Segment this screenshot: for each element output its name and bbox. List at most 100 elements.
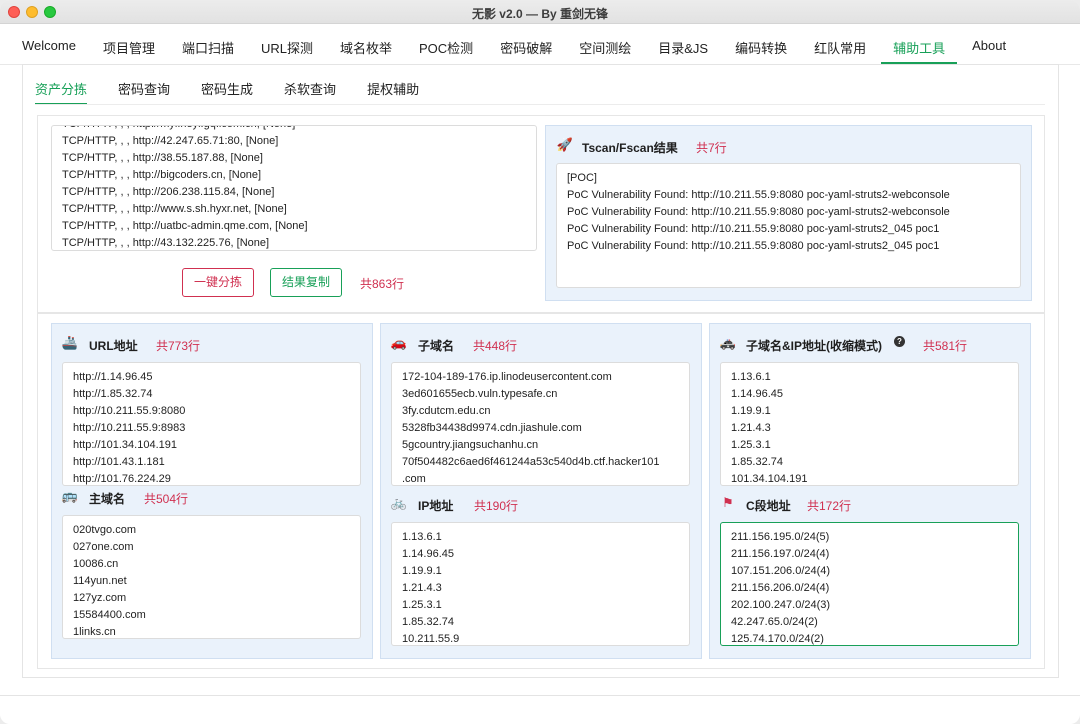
- text-line: 15584400.com: [73, 609, 146, 621]
- subdomain-ip-panel-title: 子域名&IP地址(收缩模式): [746, 339, 882, 353]
- main-tab-2[interactable]: 端口扫描: [170, 30, 246, 64]
- main-tab-6[interactable]: 密码破解: [488, 30, 564, 64]
- text-line: .com: [402, 473, 426, 485]
- text-line: 5gcountry.jiangsuchanhu.cn: [402, 439, 539, 451]
- text-line: PoC Vulnerability Found: http://10.211.5…: [567, 189, 950, 201]
- text-line: TCP/HTTP, , , http://myl.heyi.gq.icom.cn…: [62, 126, 526, 133]
- text-line: TCP/HTTP, , , http://www.s.sh.hyxr.net, …: [62, 203, 287, 215]
- subdomain-panel-title: 子域名: [418, 339, 455, 353]
- text-line: 1.13.6.1: [402, 531, 442, 543]
- subdomain-ip-panel-count: 共581行: [923, 339, 968, 353]
- main-domain-panel-title: 主域名: [89, 492, 126, 506]
- text-line: 1.25.3.1: [402, 599, 442, 611]
- ip-panel-title: IP地址: [418, 499, 454, 513]
- subdomain-ip-c-column: 🚓 子域名&IP地址(收缩模式) ? 共581行 1.13.6.1 1.14.96…: [709, 323, 1031, 659]
- tscan-result-panel: 🚀 Tscan/Fscan结果 共7行 [POC] PoC Vulnerabili…: [545, 125, 1032, 301]
- main-domain-list-textarea[interactable]: 020tvgo.com 027one.com 10086.cn 114yun.net 1…: [62, 515, 361, 639]
- text-line: 1.19.9.1: [402, 565, 442, 577]
- text-line: [POC]: [567, 172, 597, 184]
- main-tab-8[interactable]: 目录&JS: [646, 30, 720, 64]
- text-line: 125.74.170.0/24(2): [731, 633, 824, 645]
- text-line: TCP/HTTP, , , http://206.238.115.84, [No…: [62, 186, 275, 198]
- main-tab-9[interactable]: 编码转换: [723, 30, 799, 64]
- text-line: http://1.85.32.74: [73, 388, 153, 400]
- main-tab-7[interactable]: 空间测绘: [567, 30, 643, 64]
- text-line: http://101.43.1.181: [73, 456, 165, 468]
- text-line: 202.100.247.0/24(3): [731, 599, 831, 611]
- text-line: 3ed601655ecb.vuln.typesafe.cn: [402, 388, 558, 400]
- ip-list-textarea[interactable]: 1.13.6.1 1.14.96.45 1.19.9.1 1.21.4.3 1.25.3…: [391, 522, 690, 646]
- main-tab-4[interactable]: 域名枚举: [328, 30, 404, 64]
- subdomain-ip-list-textarea[interactable]: 1.13.6.1 1.14.96.45 1.19.9.1 1.21.4.3 1.25.3…: [720, 362, 1019, 486]
- sub-tab-3[interactable]: 杀软查询: [284, 75, 336, 105]
- sub-tab-1[interactable]: 密码查询: [118, 75, 170, 105]
- tscan-count: 共7行: [696, 141, 727, 155]
- text-line: 027one.com: [73, 541, 134, 553]
- main-tab-10[interactable]: 红队常用: [802, 30, 878, 64]
- url-domain-column: 🚢 URL地址 共773行 http://1.14.96.45 http://1.…: [51, 323, 373, 659]
- subdomain-panel-count: 共448行: [473, 339, 518, 353]
- main-tab-bar: Welcome 项目管理 端口扫描 URL探测 域名枚举 POC检测 密码破解 空间测绘 目录&…: [10, 30, 1021, 64]
- text-line: 1.13.6.1: [731, 371, 771, 383]
- c-segment-panel-title: C段地址: [746, 499, 791, 513]
- text-line: 211.156.206.0/24(4): [731, 582, 830, 594]
- text-line: 020tvgo.com: [73, 524, 136, 536]
- url-list-textarea[interactable]: http://1.14.96.45 http://1.85.32.74 http:/…: [62, 362, 361, 486]
- help-icon[interactable]: ?: [894, 336, 905, 347]
- text-line: 1.25.3.1: [731, 439, 771, 451]
- title-bar: 无影 v2.0 — By 重剑无锋: [0, 0, 1080, 24]
- main-tab-1[interactable]: 项目管理: [91, 30, 167, 64]
- main-tab-12[interactable]: About: [960, 30, 1018, 64]
- url-panel-count: 共773行: [156, 339, 201, 353]
- text-line: 211.156.195.0/24(5): [731, 531, 830, 543]
- window-title: 无影 v2.0 — By 重剑无锋: [471, 7, 609, 21]
- text-line: 1.21.4.3: [402, 582, 442, 594]
- sub-tab-divider: [35, 104, 1045, 105]
- car-icon: 🚗: [390, 335, 408, 350]
- text-line: 3fy.cdutcm.edu.cn: [402, 405, 491, 417]
- copy-result-button[interactable]: 结果复制: [270, 268, 342, 297]
- window-footer: [0, 696, 1080, 724]
- text-line: 114yun.net: [73, 575, 127, 587]
- main-tab-5[interactable]: POC检测: [407, 30, 485, 64]
- url-panel-title: URL地址: [89, 339, 138, 353]
- asset-input-textarea[interactable]: TCP/HTTP, , , http://myl.heyi.gq.icom.cn…: [51, 125, 537, 251]
- text-line: 107.151.206.0/24(4): [731, 565, 831, 577]
- c-segment-list-textarea[interactable]: 211.156.195.0/24(5) 211.156.197.0/24(4) 10…: [720, 522, 1019, 646]
- text-line: 10086.cn: [73, 558, 119, 570]
- text-line: 211.156.197.0/24(4): [731, 548, 830, 560]
- bus-icon: 🚌: [61, 488, 79, 503]
- tscan-result-textarea[interactable]: [POC] PoC Vulnerability Found: http://10.…: [556, 163, 1021, 288]
- sub-tab-4[interactable]: 提权辅助: [367, 75, 419, 105]
- text-line: 42.247.65.0/24(2): [731, 616, 818, 628]
- bicycle-icon: 🚲: [390, 495, 408, 510]
- text-line: 1.85.32.74: [731, 456, 783, 468]
- text-line: PoC Vulnerability Found: http://10.211.5…: [567, 240, 940, 252]
- main-tab-3[interactable]: URL探测: [249, 30, 325, 64]
- text-line: 70f504482c6aed6f461244a53c540d4b.ctf.hac…: [402, 456, 660, 468]
- text-line: 5328fb34438d9974.cdn.jiashule.com: [402, 422, 582, 434]
- text-line: http://10.211.55.9:8080: [73, 405, 186, 417]
- text-line: PoC Vulnerability Found: http://10.211.5…: [567, 206, 950, 218]
- text-line: 1.14.96.45: [731, 388, 783, 400]
- rocket-icon: 🚀: [556, 137, 574, 152]
- ip-panel-count: 共190行: [474, 499, 519, 513]
- text-line: TCP/HTTP, , , http://38.55.187.88, [None…: [62, 152, 263, 164]
- input-section: TCP/HTTP, , , http://myl.heyi.gq.icom.cn…: [37, 115, 1045, 313]
- app-content: Welcome 项目管理 端口扫描 URL探测 域名枚举 POC检测 密码破解 空间测绘 目录&…: [0, 24, 1080, 696]
- text-line: 1.19.9.1: [731, 405, 771, 417]
- main-tab-11[interactable]: 辅助工具: [881, 30, 958, 64]
- text-line: TCP/HTTP, , , http://43.132.225.76, [Non…: [62, 237, 270, 249]
- main-tab-0[interactable]: Welcome: [10, 30, 88, 64]
- sub-tab-0[interactable]: 资产分拣: [35, 75, 88, 105]
- text-line: http://101.76.224.29: [73, 473, 171, 485]
- text-line: 10.211.55.9: [402, 633, 460, 645]
- ship-icon: 🚢: [61, 335, 79, 350]
- main-domain-panel-count: 共504行: [144, 492, 189, 506]
- text-line: http://10.211.55.9:8983: [73, 422, 186, 434]
- text-line: http://101.34.104.191: [73, 439, 177, 451]
- subdomain-list-textarea[interactable]: 172-104-189-176.ip.linodeusercontent.com…: [391, 362, 690, 486]
- text-line: 1.85.32.74: [402, 616, 454, 628]
- sort-button[interactable]: 一键分拣: [182, 268, 254, 297]
- sub-tab-2[interactable]: 密码生成: [201, 75, 253, 105]
